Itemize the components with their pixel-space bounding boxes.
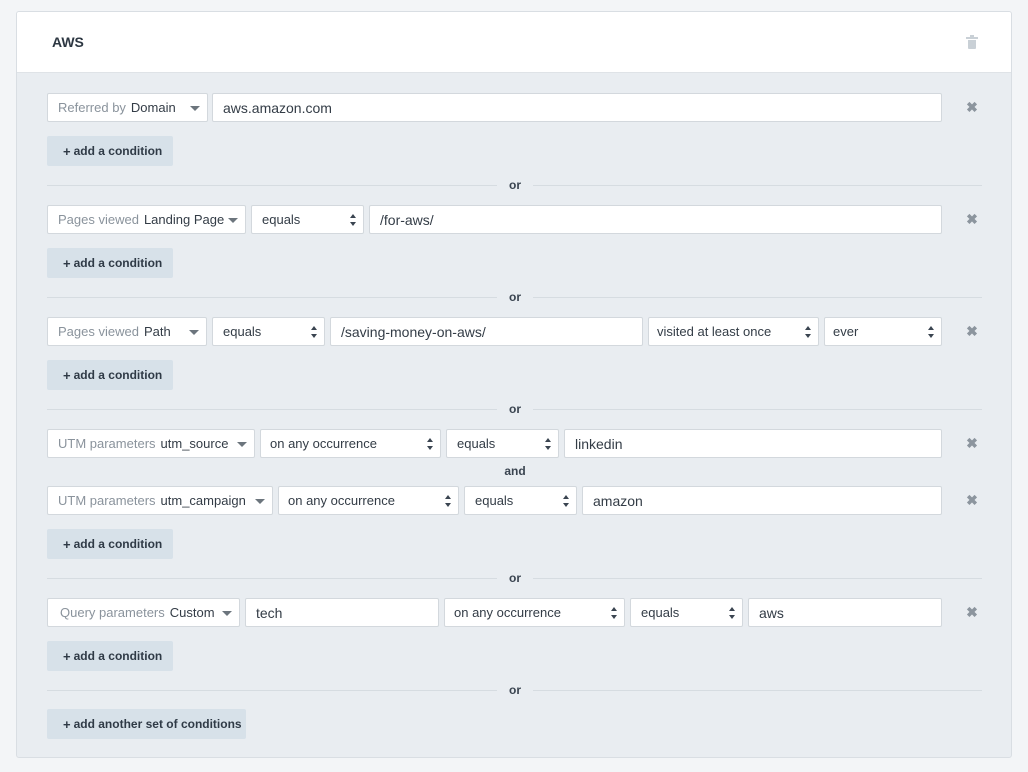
- updown-arrows-icon: [611, 607, 618, 619]
- operator-select[interactable]: equals: [446, 429, 559, 458]
- remove-condition-icon[interactable]: ✖: [965, 493, 979, 507]
- or-label: or: [497, 571, 533, 585]
- or-label: or: [497, 402, 533, 416]
- condition-value-input[interactable]: aws.amazon.com: [212, 93, 942, 122]
- frequency-select[interactable]: visited at least once: [648, 317, 819, 346]
- trash-icon[interactable]: [966, 35, 978, 49]
- operator-select[interactable]: equals: [464, 486, 577, 515]
- add-condition-button[interactable]: + add a condition: [47, 248, 173, 278]
- condition-type-select[interactable]: Referred by Domain: [47, 93, 208, 122]
- condition-type-select[interactable]: UTM parameters utm_campaign: [47, 486, 273, 515]
- add-condition-button[interactable]: + add a condition: [47, 529, 173, 559]
- condition-value-input[interactable]: amazon: [582, 486, 942, 515]
- remove-condition-icon[interactable]: ✖: [965, 605, 979, 619]
- updown-arrows-icon: [445, 495, 452, 507]
- caret-down-icon: [228, 218, 238, 223]
- updown-arrows-icon: [311, 326, 318, 338]
- segment-header: AWS: [17, 12, 1011, 73]
- timeframe-select[interactable]: ever: [824, 317, 942, 346]
- add-condition-button[interactable]: + add a condition: [47, 641, 173, 671]
- operator-select[interactable]: equals: [630, 598, 743, 627]
- updown-arrows-icon: [729, 607, 736, 619]
- and-label: and: [504, 464, 526, 478]
- remove-condition-icon[interactable]: ✖: [965, 436, 979, 450]
- add-condition-button[interactable]: + add a condition: [47, 136, 173, 166]
- condition-type-select[interactable]: Query parameters Custom: [47, 598, 240, 627]
- or-label: or: [497, 178, 533, 192]
- updown-arrows-icon: [427, 438, 434, 450]
- updown-arrows-icon: [928, 326, 935, 338]
- caret-down-icon: [189, 330, 199, 335]
- caret-down-icon: [255, 499, 265, 504]
- occurrence-select[interactable]: on any occurrence: [260, 429, 441, 458]
- occurrence-select[interactable]: on any occurrence: [444, 598, 625, 627]
- condition-type-select[interactable]: Pages viewed Landing Page: [47, 205, 246, 234]
- condition-value-input[interactable]: /for-aws/: [369, 205, 942, 234]
- updown-arrows-icon: [545, 438, 552, 450]
- caret-down-icon: [190, 106, 200, 111]
- remove-condition-icon[interactable]: ✖: [965, 212, 979, 226]
- condition-value-input[interactable]: linkedin: [564, 429, 942, 458]
- updown-arrows-icon: [563, 495, 570, 507]
- add-condition-set-button[interactable]: + add another set of conditions: [47, 709, 246, 739]
- segment-title: AWS: [52, 34, 84, 50]
- param-name-input[interactable]: tech: [245, 598, 439, 627]
- operator-select[interactable]: equals: [212, 317, 325, 346]
- updown-arrows-icon: [350, 214, 357, 226]
- condition-value-input[interactable]: /saving-money-on-aws/: [330, 317, 643, 346]
- condition-value-input[interactable]: aws: [748, 598, 942, 627]
- remove-condition-icon[interactable]: ✖: [965, 324, 979, 338]
- or-label: or: [497, 290, 533, 304]
- or-label: or: [497, 683, 533, 697]
- occurrence-select[interactable]: on any occurrence: [278, 486, 459, 515]
- add-condition-button[interactable]: + add a condition: [47, 360, 173, 390]
- condition-type-select[interactable]: Pages viewed Path: [47, 317, 207, 346]
- segment-card: AWS Referred by Domain aws.amazon.com ✖ +…: [16, 11, 1012, 758]
- caret-down-icon: [237, 442, 247, 447]
- condition-type-select[interactable]: UTM parameters utm_source: [47, 429, 255, 458]
- operator-select[interactable]: equals: [251, 205, 364, 234]
- remove-condition-icon[interactable]: ✖: [965, 100, 979, 114]
- updown-arrows-icon: [805, 326, 812, 338]
- caret-down-icon: [222, 611, 232, 616]
